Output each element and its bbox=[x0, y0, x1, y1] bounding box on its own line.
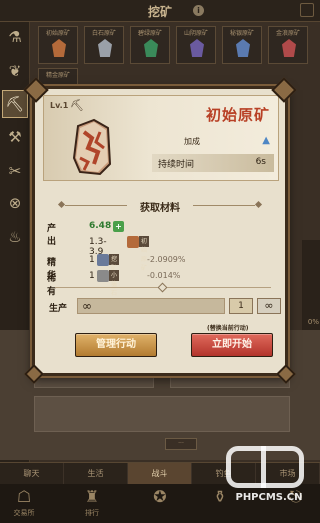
duration-value: 6s bbox=[255, 157, 266, 167]
nav-exchange[interactable]: ☖ 交易所 bbox=[4, 486, 44, 522]
rare-chance: -0.014% bbox=[147, 271, 181, 280]
output-label: 产出 bbox=[47, 224, 57, 247]
rare-item-name[interactable]: 小块石合 bbox=[109, 270, 120, 306]
exchange-icon: ☖ bbox=[16, 487, 32, 506]
background-slot bbox=[34, 396, 290, 432]
top-bar: 挖矿 i bbox=[0, 0, 320, 22]
essence-item-icon bbox=[97, 254, 109, 266]
bonus-label: 加成 bbox=[184, 137, 200, 146]
ore-icon bbox=[282, 39, 296, 57]
divider-ornament bbox=[157, 282, 168, 293]
ore-item-icon bbox=[127, 236, 139, 248]
ore-slot-label: 初始原矿 bbox=[45, 30, 70, 37]
manage-action-button[interactable]: 管理行动 bbox=[75, 333, 157, 357]
essence-chance: -2.0909% bbox=[147, 255, 186, 264]
mining-action-dialog: Lv.1 ⛏ 初始原矿 加成 ▲ 持续时间 6s 获取材料 产出 6.48 + … bbox=[24, 86, 296, 384]
output-value: 6.48 bbox=[89, 221, 112, 231]
leaf-icon[interactable]: ❦ bbox=[4, 60, 26, 82]
ore-slot[interactable]: 白石原矿 bbox=[84, 26, 124, 64]
ore-slot[interactable]: 碧绿原矿 bbox=[130, 26, 170, 64]
rare-count: 1 bbox=[89, 271, 95, 281]
watermark: PHPCMS.CN bbox=[220, 446, 312, 506]
produce-input[interactable]: ∞ bbox=[77, 298, 225, 314]
ore-header: Lv.1 ⛏ 初始原矿 加成 ▲ 持续时间 6s bbox=[43, 95, 279, 181]
ore-slot[interactable]: 秘银原矿 bbox=[222, 26, 262, 64]
potion-icon[interactable]: ⚗ bbox=[4, 26, 26, 48]
nav-home[interactable]: ✪ bbox=[140, 486, 180, 522]
produce-value: ∞ bbox=[82, 299, 92, 313]
essence-count: 1 bbox=[89, 255, 95, 265]
view-tag[interactable]: ··· bbox=[165, 438, 197, 450]
tools-icon[interactable]: ✂ bbox=[4, 160, 26, 182]
rare-item-icon bbox=[97, 270, 109, 282]
ore-slot[interactable]: 初始原矿 bbox=[38, 26, 78, 64]
ore-icon bbox=[236, 39, 250, 57]
watermark-text: PHPCMS.CN bbox=[235, 492, 303, 503]
tab-battle[interactable]: 战斗 bbox=[128, 463, 192, 484]
produce-label: 生产 bbox=[49, 304, 68, 314]
bonus-up-icon[interactable]: ▲ bbox=[262, 135, 270, 146]
ore-slot-label: 秘银原矿 bbox=[229, 30, 254, 37]
ore-slot-label: 碧绿原矿 bbox=[137, 30, 162, 37]
plus-icon[interactable]: + bbox=[113, 221, 124, 232]
ore-title: 初始原矿 bbox=[205, 106, 270, 124]
quantity-button[interactable]: 1 bbox=[229, 298, 253, 314]
replace-hint: (替换当前行动) bbox=[207, 325, 249, 332]
duration-row: 持续时间 6s bbox=[152, 154, 274, 172]
nav-label: 交易所 bbox=[13, 509, 35, 517]
nav-ranking[interactable]: ♜ 排行 bbox=[72, 486, 112, 522]
pickaxe-icon: ⛏ bbox=[70, 99, 84, 112]
tab-chat[interactable]: 聊天 bbox=[0, 463, 64, 484]
ore-image bbox=[72, 118, 112, 176]
ranking-icon: ♜ bbox=[84, 487, 100, 506]
nav-label: 排行 bbox=[85, 509, 99, 517]
right-panel-value: 0% bbox=[307, 318, 319, 326]
ore-slot[interactable]: 山阴原矿 bbox=[176, 26, 216, 64]
level-label: Lv.1 bbox=[50, 101, 69, 110]
tab-life[interactable]: 生活 bbox=[64, 463, 128, 484]
ore-icon bbox=[98, 39, 112, 57]
duration-label: 持续时间 bbox=[158, 160, 195, 170]
rare-label: 稀有 bbox=[47, 274, 57, 297]
ore-slot-label: 金浪原矿 bbox=[275, 30, 300, 37]
bonus-row: 加成 ▲ bbox=[164, 134, 274, 150]
watermark-logo bbox=[226, 446, 304, 488]
home-icon: ✪ bbox=[153, 487, 167, 506]
right-panel: 0% bbox=[302, 240, 320, 330]
section-title: 获取材料 bbox=[35, 199, 285, 214]
start-now-button[interactable]: 立即开始 bbox=[191, 333, 273, 357]
essence-item-name[interactable]: 挖矿之源 bbox=[109, 254, 120, 290]
output-item-name[interactable]: 初始原矿 bbox=[139, 236, 150, 272]
ore-slot[interactable]: 金浪原矿 bbox=[268, 26, 308, 64]
page-title: 挖矿 bbox=[147, 5, 172, 19]
ore-icon bbox=[190, 39, 204, 57]
anvil-icon[interactable]: ⚒ bbox=[4, 126, 26, 148]
ore-slot-label: 山阴原矿 bbox=[183, 30, 208, 37]
ore-icon bbox=[52, 39, 66, 57]
ore-selection-grid: 初始原矿 白石原矿 碧绿原矿 山阴原矿 秘银原矿 金浪原矿 精金原矿 bbox=[34, 24, 318, 98]
infinite-button[interactable]: ∞ bbox=[257, 298, 281, 314]
pickaxe-icon[interactable]: ⛏ bbox=[2, 90, 28, 118]
ore-icon bbox=[144, 39, 158, 57]
cake-icon[interactable]: ♨ bbox=[4, 226, 26, 248]
ore-slot-label: 精金原矿 bbox=[45, 72, 70, 79]
info-icon[interactable]: i bbox=[193, 5, 204, 16]
menu-icon[interactable] bbox=[300, 3, 314, 17]
shield-icon[interactable]: ⊗ bbox=[4, 192, 26, 214]
ore-slot-label: 白石原矿 bbox=[91, 30, 116, 37]
